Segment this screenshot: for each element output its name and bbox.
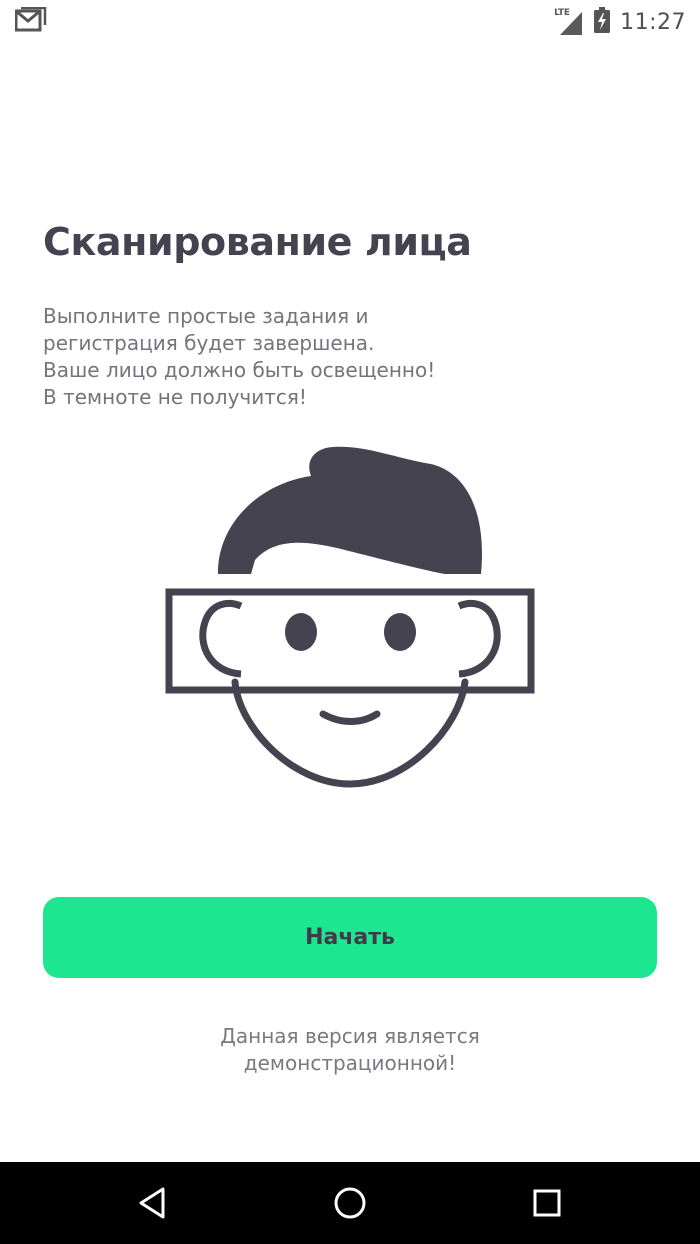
page-title: Сканирование лица [43,220,472,264]
status-bar: LTE 11:27 [0,0,700,44]
face-scan-screen: LTE 11:27 Сканирование лица Выполните пр… [0,0,700,1244]
instructions-line: Выполните простые задания и [43,304,369,328]
back-icon[interactable] [133,1183,173,1223]
instructions-text: Выполните простые задания и регистрация … [43,303,663,411]
gmail-notification-icon [14,6,47,38]
battery-charging-icon [594,6,611,38]
home-icon[interactable] [330,1183,370,1223]
face-scan-icon [165,442,535,788]
instructions-line: регистрация будет завершена. [43,331,375,355]
demo-note-line: демонстрационной! [243,1051,457,1075]
clock: 11:27 [620,9,686,35]
system-navigation-bar [0,1162,700,1244]
demo-note-line: Данная версия является [220,1024,480,1048]
demo-version-note: Данная версия является демонстрационной! [0,1023,700,1077]
start-button[interactable]: Начать [43,897,657,978]
signal-icon: LTE [554,8,584,36]
instructions-line: Ваше лицо должно быть освещенно! [43,358,436,382]
instructions-line: В темноте не получится! [43,385,307,409]
recents-icon[interactable] [527,1183,567,1223]
start-button-label: Начать [305,925,395,950]
